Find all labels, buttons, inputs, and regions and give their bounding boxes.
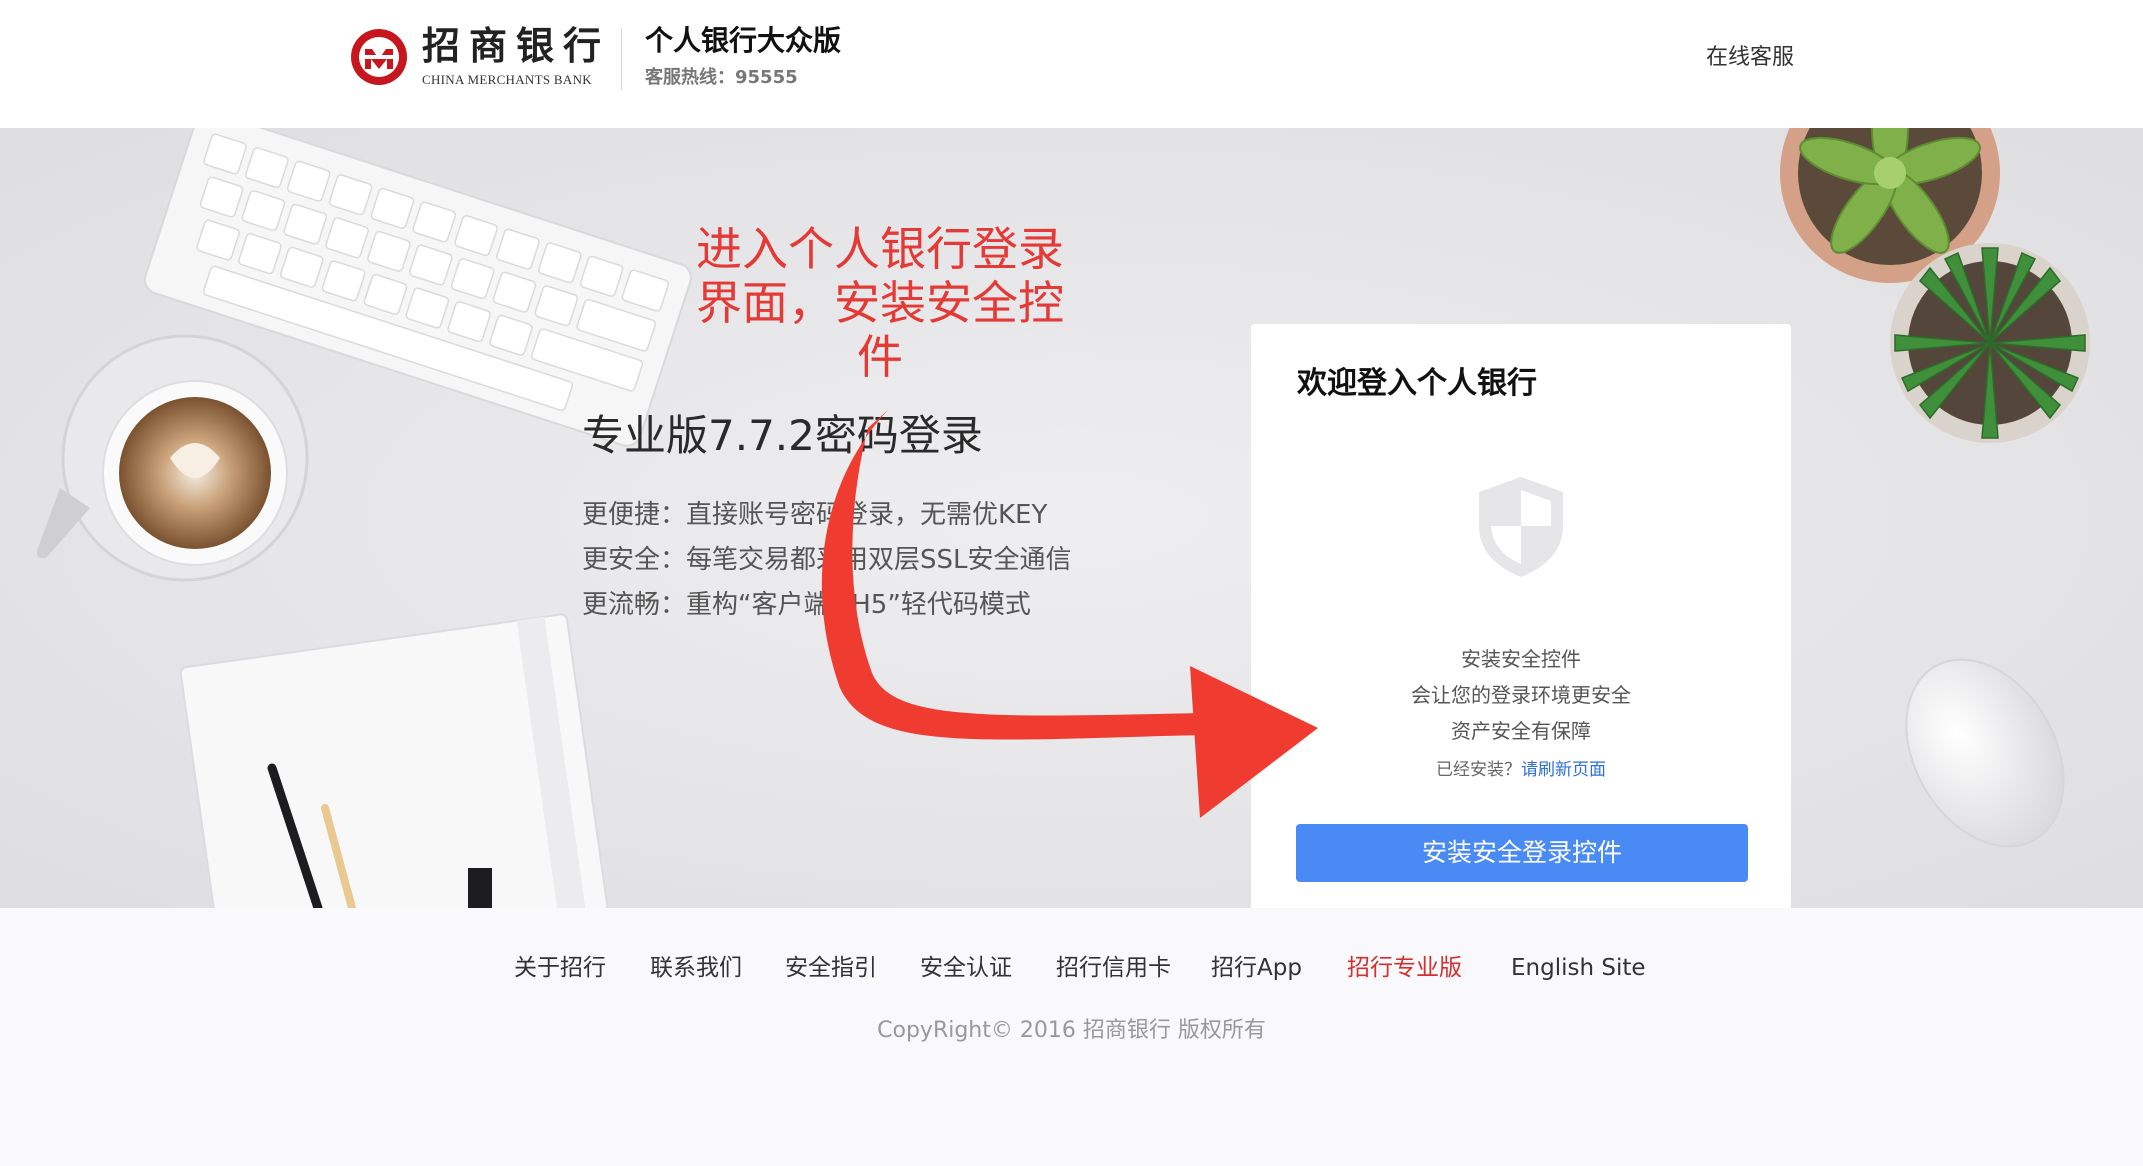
footer-link-pro-edition[interactable]: 招行专业版 (1347, 957, 1462, 980)
footer-link-security-guide[interactable]: 安全指引 (785, 957, 877, 980)
site-header: 招商银行 CHINA MERCHANTS BANK 个人银行大众版 客服热线：9… (0, 0, 2143, 128)
service-hotline: 客服热线：95555 (645, 67, 798, 88)
login-title: 欢迎登入个人银行 (1297, 366, 1537, 401)
bank-logo-icon[interactable] (349, 27, 409, 87)
promo-line-smooth: 更流畅：重构“客户端+H5”轻代码模式 (582, 590, 1031, 620)
footer-link-contact[interactable]: 联系我们 (650, 957, 742, 980)
copyright: CopyRight© 2016 招商银行 版权所有 (877, 1018, 1266, 1043)
site-footer: 关于招行 联系我们 安全指引 安全认证 招行信用卡 招行App 招行专业版 En… (0, 908, 2143, 1166)
footer-nav: 关于招行 联系我们 安全指引 安全认证 招行信用卡 招行App 招行专业版 En… (0, 957, 2143, 987)
annotation-line: 件 (857, 330, 903, 384)
installed-hint: 已经安装？请刷新页面 (1251, 762, 1791, 779)
tutorial-annotation: 进入个人银行登录 界面，安装安全控 件 (680, 222, 1080, 384)
annotation-line: 进入个人银行登录 (696, 222, 1064, 276)
security-info-line: 资产安全有保障 (1451, 719, 1591, 743)
promo-line-secure: 更安全：每笔交易都采用双层SSL安全通信 (582, 545, 1072, 575)
footer-link-english-site[interactable]: English Site (1511, 957, 1646, 980)
plant-decoration-bottom (1890, 243, 2090, 443)
footer-link-app[interactable]: 招行App (1211, 957, 1302, 980)
security-info-line: 安装安全控件 (1461, 647, 1581, 671)
shield-icon (1479, 477, 1563, 577)
footer-link-about[interactable]: 关于招行 (514, 957, 606, 980)
bank-name-cn: 招商银行 (422, 23, 611, 68)
hero-section: 专业版7.7.2密码登录 更便捷：直接账号密码登录，无需优KEY 更安全：每笔交… (0, 128, 2143, 908)
security-info-line: 会让您的登录环境更安全 (1411, 683, 1631, 707)
installed-question: 已经安装？ (1436, 760, 1521, 780)
refresh-page-link[interactable]: 请刷新页面 (1521, 760, 1606, 780)
annotation-line: 界面，安装安全控 (696, 276, 1064, 330)
promo-title: 专业版7.7.2密码登录 (582, 411, 983, 460)
site-title: 个人银行大众版 (645, 24, 842, 57)
online-service-link[interactable]: 在线客服 (1706, 47, 1794, 69)
bank-name-en: CHINA MERCHANTS BANK (422, 72, 592, 87)
promo-line-convenient: 更便捷：直接账号密码登录，无需优KEY (582, 500, 1048, 530)
login-card: 欢迎登入个人银行 安装安全控件 会让您的登录环境更安全 资产安全有保障 已经安装… (1251, 324, 1791, 908)
install-security-control-button[interactable]: 安装安全登录控件 (1296, 824, 1748, 882)
header-divider (621, 28, 622, 90)
footer-link-security-cert[interactable]: 安全认证 (920, 957, 1012, 980)
footer-link-credit-card[interactable]: 招行信用卡 (1056, 957, 1171, 980)
